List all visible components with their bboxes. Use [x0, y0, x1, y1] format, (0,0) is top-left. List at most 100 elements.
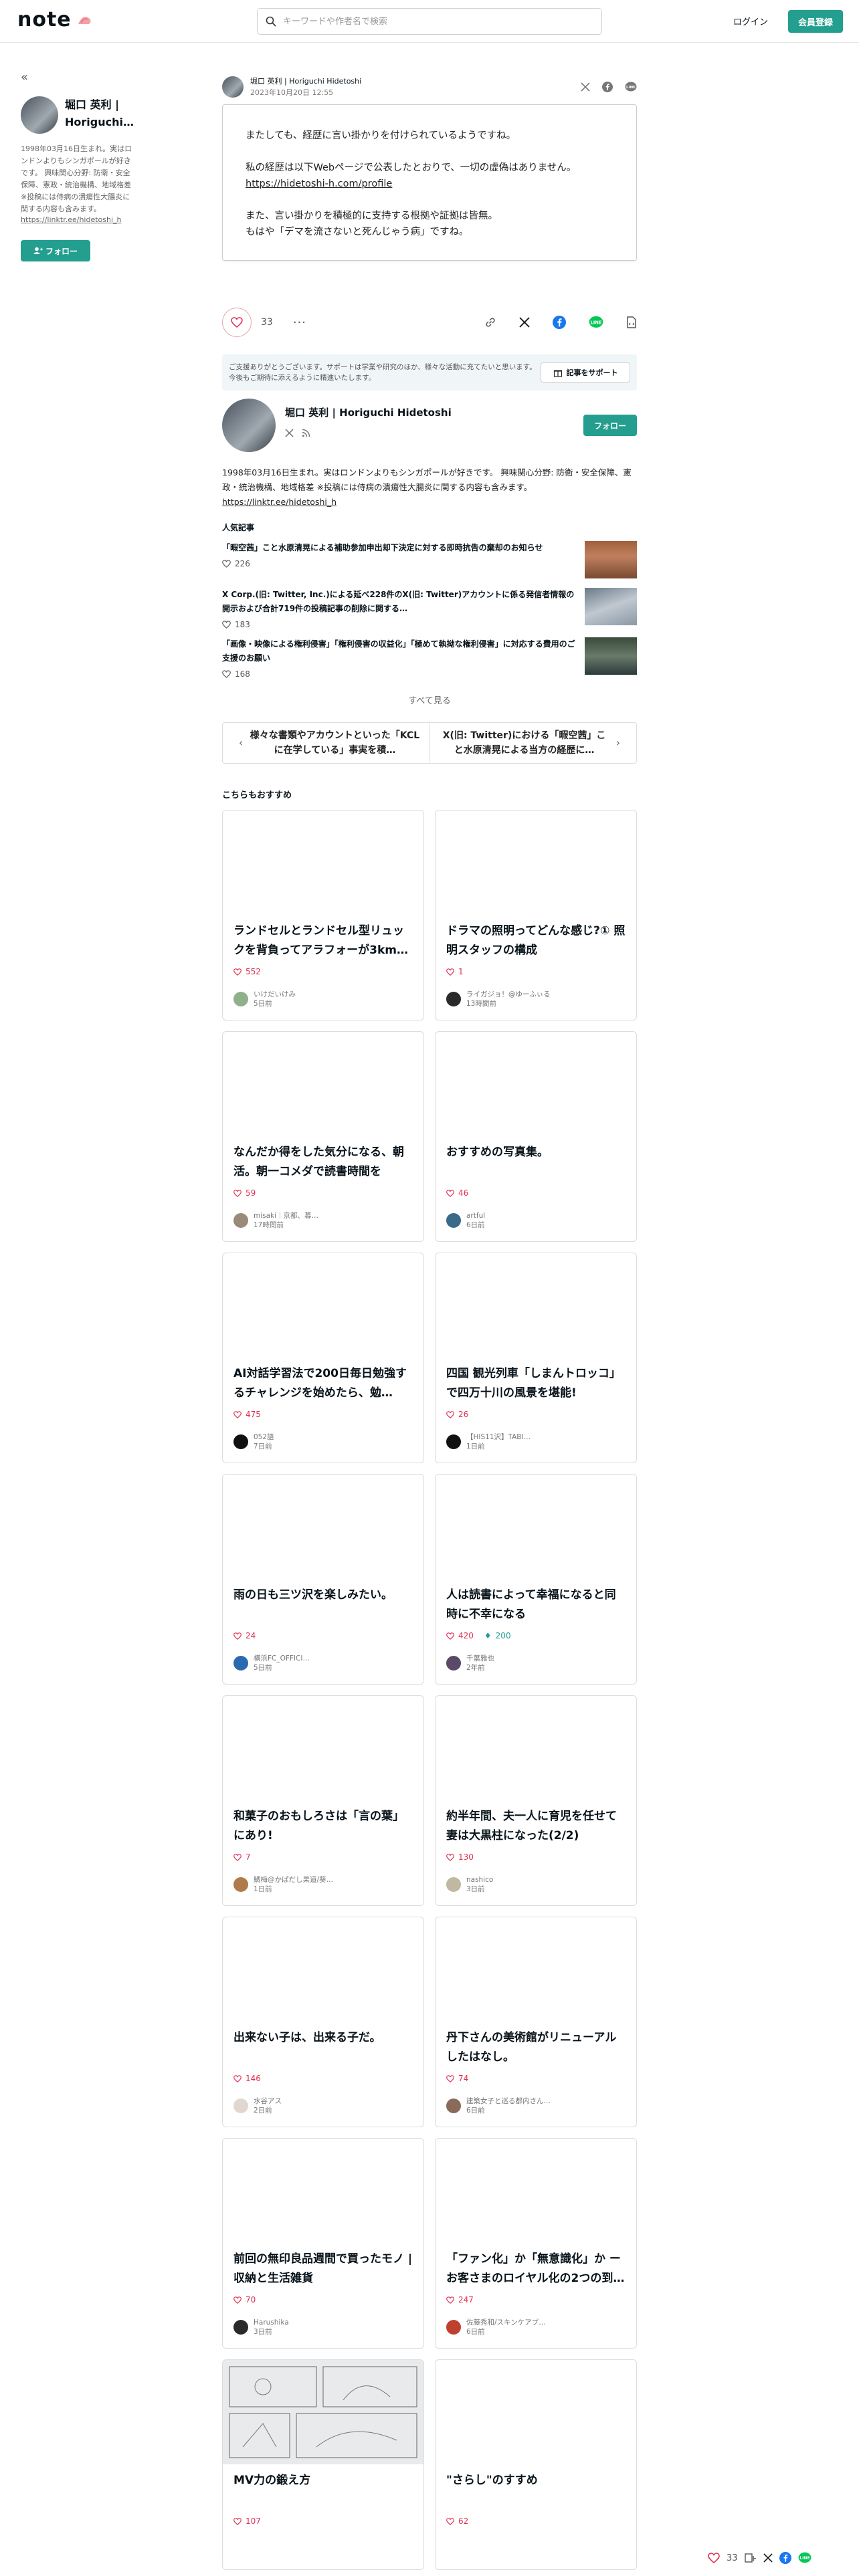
note-logo[interactable]: note: [17, 8, 94, 31]
card-author-name[interactable]: artful: [466, 1211, 485, 1220]
avatar[interactable]: [446, 2320, 461, 2335]
card-title[interactable]: 四国 観光列車「しまんトロッコ」で四万十川の風景を堪能!: [446, 1364, 626, 1403]
previous-article-link[interactable]: ‹ 様々な書類やアカウントといった「KCLに在学している」事実を積…: [223, 723, 430, 763]
heart-icon[interactable]: [233, 2074, 242, 2082]
avatar[interactable]: [233, 1434, 248, 1449]
search-input[interactable]: [283, 16, 601, 27]
heart-icon[interactable]: [233, 1189, 242, 1197]
card-author[interactable]: 鯛梅@かぱだし果道/葵… 1日前: [233, 1875, 333, 1894]
card-title[interactable]: なんだか得をした気分になる、朝活。朝一コメダで読書時間を: [233, 1143, 413, 1182]
card-title[interactable]: 和菓子のおもしろさは「言の葉」にあり!: [233, 1807, 413, 1846]
avatar[interactable]: [233, 2320, 248, 2335]
card-title[interactable]: 丹下さんの美術館がリニューアルしたはなし。: [446, 2028, 626, 2067]
heart-icon[interactable]: [446, 2517, 454, 2525]
card-thumbnail[interactable]: [223, 2360, 423, 2464]
search-box[interactable]: [257, 8, 602, 35]
card-author-name[interactable]: 千葉雅也: [466, 1654, 494, 1663]
recommended-card[interactable]: 「ファン化」か「無意識化」か ーお客さまのロイヤル化の2つの到… 247 佐藤秀和/…: [435, 2138, 637, 2349]
card-title[interactable]: 雨の日も三ツ沢を楽しみたい。: [233, 1586, 413, 1624]
card-author[interactable]: 佐藤秀和/スキンケアブ… 6日前: [446, 2318, 546, 2337]
card-author[interactable]: nashico 3日前: [446, 1875, 493, 1894]
recommended-card[interactable]: 四国 観光列車「しまんトロッコ」で四万十川の風景を堪能! 26 【HIS11沢】TA…: [435, 1253, 637, 1463]
card-author[interactable]: artful 6日前: [446, 1211, 485, 1230]
avatar[interactable]: [446, 1434, 461, 1449]
more-options-button[interactable]: ···: [293, 316, 306, 330]
card-author[interactable]: 【HIS11沢】TABI… 1日前: [446, 1432, 531, 1451]
sidebar-author[interactable]: 堀口 英利 | Horiguchi…: [21, 96, 141, 134]
sidebar-author-name[interactable]: 堀口 英利 | Horiguchi…: [65, 96, 134, 131]
popular-article-thumbnail[interactable]: [585, 588, 637, 625]
x-icon[interactable]: [581, 82, 590, 92]
next-article-link[interactable]: X(旧: Twitter)における「暇空茜」こと水原清晃による当方の経歴に… ›: [429, 723, 637, 763]
login-link[interactable]: ログイン: [733, 15, 768, 27]
x-icon[interactable]: [285, 429, 294, 437]
sidebar-profile-link[interactable]: https://linktr.ee/hidetoshi_h: [21, 215, 134, 224]
profile-url-link[interactable]: https://hidetoshi-h.com/profile: [246, 179, 392, 189]
heart-icon[interactable]: [446, 2074, 454, 2082]
avatar[interactable]: [222, 399, 276, 452]
recommended-card[interactable]: 約半年間、夫一人に育児を任せて妻は大黒柱になった(2/2) 130 nashico 3…: [435, 1695, 637, 1906]
like-count[interactable]: 33: [261, 317, 273, 328]
facebook-share-icon[interactable]: [779, 2552, 791, 2564]
card-title[interactable]: 人は読書によって幸福になると同時に不幸になる: [446, 1586, 626, 1624]
line-share-icon[interactable]: LINE: [798, 2552, 812, 2564]
line-icon[interactable]: LINE: [625, 82, 637, 92]
card-author-name[interactable]: 佐藤秀和/スキンケアブ…: [466, 2318, 546, 2327]
heart-icon[interactable]: [233, 1853, 242, 1861]
heart-icon[interactable]: [446, 968, 454, 976]
heart-icon[interactable]: [233, 1410, 242, 1418]
recommended-card[interactable]: ドラマの照明ってどんな感じ?① 照明スタッフの構成 1 ライガジョ！@ゆーふぃる 13…: [435, 810, 637, 1021]
link-icon[interactable]: [484, 316, 496, 328]
popular-article-item[interactable]: 「暇空茜」こと水原清晃による補助参加申出却下決定に対する即時抗告の棄却のお知らせ…: [222, 541, 637, 580]
author-card-profile-link[interactable]: https://linktr.ee/hidetoshi_h: [222, 497, 337, 507]
sidebar-follow-button[interactable]: フォロー: [21, 240, 90, 261]
author-card-name[interactable]: 堀口 英利 | Horiguchi Hidetoshi: [285, 405, 452, 419]
card-author-name[interactable]: 【HIS11沢】TABI…: [466, 1432, 531, 1442]
avatar[interactable]: [233, 1656, 248, 1671]
card-title[interactable]: ランドセルとランドセル型リュックを背負ってアラフォーが3km…: [233, 922, 413, 960]
avatar[interactable]: [233, 2099, 248, 2113]
card-author[interactable]: Harushika 3日前: [233, 2318, 289, 2337]
recommended-card[interactable]: AI対話学習法で200日毎日勉強するチャレンジを始めたら、勉… 475 052語 7日…: [222, 1253, 424, 1463]
avatar[interactable]: [222, 76, 244, 98]
heart-icon[interactable]: [446, 1189, 454, 1197]
card-author[interactable]: 千葉雅也 2年前: [446, 1654, 494, 1673]
heart-icon[interactable]: [446, 1853, 454, 1861]
popular-article-item[interactable]: 「画像・映像による権利侵害」「権利侵害の収益化」「極めて執拗な権利侵害」に対応す…: [222, 637, 637, 679]
card-author[interactable]: 横浜FC_OFFICI… 5日前: [233, 1654, 310, 1673]
recommended-card[interactable]: MV力の鍛え方 107: [222, 2359, 424, 2570]
card-title[interactable]: 前回の無印良品週間で買ったモノ | 収納と生活雑貨: [233, 2250, 413, 2288]
popular-article-title[interactable]: 「暇空茜」こと水原清晃による補助参加申出却下決定に対する即時抗告の棄却のお知らせ: [222, 541, 577, 555]
heart-icon[interactable]: [446, 1410, 454, 1418]
collapse-sidebar-icon[interactable]: «: [21, 70, 37, 86]
author-card-follow-button[interactable]: フォロー: [583, 415, 637, 436]
card-author-name[interactable]: nashico: [466, 1875, 493, 1885]
avatar[interactable]: [233, 1213, 248, 1228]
recommended-card[interactable]: "さらし"のすすめ 62: [435, 2359, 637, 2570]
recommended-card[interactable]: 雨の日も三ツ沢を楽しみたい。 24 横浜FC_OFFICI… 5日前: [222, 1474, 424, 1685]
x-share-icon[interactable]: [763, 2553, 773, 2563]
facebook-share-icon[interactable]: [553, 316, 566, 329]
floating-like-count[interactable]: 33: [727, 2553, 738, 2563]
recommended-card[interactable]: おすすめの写真集。 46 artful 6日前: [435, 1031, 637, 1242]
recommended-card[interactable]: 和菓子のおもしろさは「言の葉」にあり! 7 鯛梅@かぱだし果道/葵… 1日前: [222, 1695, 424, 1906]
recommended-card[interactable]: 丹下さんの美術館がリニューアルしたはなし。 74 建築女子と巡る都内さん… 6日前: [435, 1917, 637, 2127]
card-author-name[interactable]: misaki｜京都、暮…: [254, 1211, 318, 1220]
popular-article-item[interactable]: X Corp.(旧: Twitter, Inc.)による延べ228件のX(旧: …: [222, 588, 637, 629]
heart-icon[interactable]: [446, 2296, 454, 2304]
recommended-card[interactable]: 前回の無印良品週間で買ったモノ | 収納と生活雑貨 70 Harushika 3日前: [222, 2138, 424, 2349]
avatar[interactable]: [21, 96, 58, 134]
support-button[interactable]: 記事をサポート: [541, 362, 630, 383]
card-author-name[interactable]: 鯛梅@かぱだし果道/葵…: [254, 1875, 333, 1885]
popular-article-thumbnail[interactable]: [585, 637, 637, 675]
card-author-name[interactable]: ライガジョ！@ゆーふぃる: [466, 990, 551, 999]
card-title[interactable]: MV力の鍛え方: [233, 2471, 413, 2510]
avatar[interactable]: [446, 1213, 461, 1228]
popular-article-title[interactable]: 「画像・映像による権利侵害」「権利侵害の収益化」「極めて執拗な権利侵害」に対応す…: [222, 637, 577, 665]
avatar[interactable]: [446, 1877, 461, 1892]
facebook-icon[interactable]: [602, 82, 613, 92]
card-author[interactable]: 052語 7日前: [233, 1432, 274, 1451]
popular-article-thumbnail[interactable]: [585, 541, 637, 578]
recommended-card[interactable]: なんだか得をした気分になる、朝活。朝一コメダで読書時間を 59 misaki｜京都、…: [222, 1031, 424, 1242]
line-share-icon[interactable]: LINE: [589, 316, 603, 329]
